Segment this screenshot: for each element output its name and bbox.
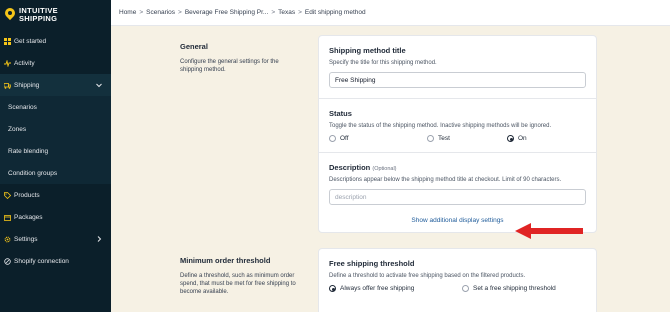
radio-set-threshold[interactable]: Set a free shipping threshold	[462, 285, 556, 292]
sidebar-item-label: Scenarios	[8, 103, 37, 111]
radio-circle-selected	[507, 135, 514, 142]
radio-label: Set a free shipping threshold	[473, 285, 556, 292]
radio-label: Off	[340, 135, 349, 142]
status-radio-group: Off Test On	[329, 135, 586, 142]
description-section: Description (Optional) Descriptions appe…	[319, 153, 596, 232]
free-shipping-card: Free shipping threshold Define a thresho…	[318, 248, 597, 312]
radio-circle	[462, 285, 469, 292]
link-icon	[4, 257, 11, 265]
breadcrumb-current: Edit shipping method	[304, 9, 366, 16]
radio-label: Always offer free shipping	[340, 285, 415, 292]
method-title-label: Shipping method title	[329, 46, 406, 55]
free-threshold-section: Free shipping threshold Define a thresho…	[319, 249, 596, 302]
brand-line2: SHIPPING	[19, 14, 58, 23]
sidebar-item-label: Condition groups	[8, 169, 58, 177]
box-icon	[4, 214, 11, 221]
sidebar-item-label: Shipping	[14, 81, 40, 89]
radio-circle	[329, 135, 336, 142]
method-title-section: Shipping method title Specify the title …	[319, 36, 596, 99]
breadcrumb-separator: >	[298, 9, 302, 16]
status-radio-on[interactable]: On	[507, 135, 527, 142]
sidebar-item-zones[interactable]: Zones	[0, 118, 111, 140]
sidebar-item-label: Zones	[8, 125, 27, 133]
min-order-title: Minimum order threshold	[180, 256, 271, 265]
free-threshold-hint: Define a threshold to activate free ship…	[329, 273, 526, 279]
sidebar-item-settings[interactable]: Settings	[0, 228, 111, 250]
breadcrumb: Home > Scenarios > Beverage Free Shippin…	[111, 0, 670, 26]
sidebar-item-get-started[interactable]: Get started	[0, 30, 111, 52]
method-title-input[interactable]: Free Shipping	[329, 72, 586, 88]
general-description: Configure the general settings for the s…	[180, 59, 279, 73]
radio-circle-selected	[329, 285, 336, 292]
sidebar-item-shipping[interactable]: Shipping	[0, 74, 111, 96]
description-input[interactable]: description	[329, 189, 586, 205]
sidebar-item-shopify-connection[interactable]: Shopify connection	[0, 250, 111, 272]
status-label: Status	[329, 109, 352, 118]
brand-logo[interactable]: INTUITIVE SHIPPING	[0, 0, 111, 30]
sidebar-nav: Get started Activity Shipping Scenarios …	[0, 30, 111, 272]
description-label: Description (Optional)	[329, 163, 586, 172]
min-order-description: Define a threshold, such as minimum orde…	[180, 273, 296, 295]
sidebar-item-label: Settings	[14, 235, 38, 243]
radio-circle	[427, 135, 434, 142]
sidebar-item-label: Packages	[14, 213, 43, 221]
breadcrumb-separator: >	[139, 9, 144, 16]
radio-label: On	[518, 135, 527, 142]
grid-icon	[4, 37, 11, 45]
breadcrumb-separator: >	[271, 9, 276, 16]
min-order-section-info: Minimum order threshold Define a thresho…	[180, 256, 300, 296]
shipping-subnav: Scenarios Zones Rate blending Condition …	[0, 96, 111, 184]
status-hint: Toggle the status of the shipping method…	[329, 123, 552, 129]
sidebar-item-activity[interactable]: Activity	[0, 52, 111, 74]
breadcrumb-separator: >	[178, 9, 182, 16]
truck-icon	[4, 82, 11, 89]
status-radio-test[interactable]: Test	[427, 135, 507, 142]
location-pin-icon	[2, 5, 18, 22]
general-title: General	[180, 42, 208, 51]
sidebar-item-label: Get started	[14, 37, 47, 45]
sidebar-item-label: Activity	[14, 59, 35, 67]
sidebar-item-packages[interactable]: Packages	[0, 206, 111, 228]
sidebar: INTUITIVE SHIPPING Get started Activity …	[0, 0, 111, 312]
sidebar-item-label: Shopify connection	[14, 257, 69, 265]
sidebar-item-label: Rate blending	[8, 147, 49, 155]
tag-icon	[4, 191, 11, 199]
sidebar-item-scenarios[interactable]: Scenarios	[0, 96, 111, 118]
sidebar-item-label: Products	[14, 191, 40, 199]
sidebar-item-condition-groups[interactable]: Condition groups	[0, 162, 111, 184]
activity-icon	[4, 59, 11, 67]
annotation-arrow-icon	[515, 223, 583, 239]
breadcrumb-zone[interactable]: Texas	[278, 9, 295, 16]
breadcrumb-home[interactable]: Home	[119, 9, 136, 16]
sidebar-item-rate-blending[interactable]: Rate blending	[0, 140, 111, 162]
chevron-down-icon	[95, 81, 103, 89]
method-title-hint: Specify the title for this shipping meth…	[329, 60, 437, 66]
chevron-right-icon	[95, 235, 103, 243]
general-card: Shipping method title Specify the title …	[318, 35, 597, 233]
optional-label: (Optional)	[372, 166, 397, 172]
breadcrumb-scenarios[interactable]: Scenarios	[146, 9, 175, 16]
status-radio-off[interactable]: Off	[329, 135, 427, 142]
free-threshold-radio-group: Always offer free shipping Set a free sh…	[329, 285, 586, 292]
gear-icon	[4, 236, 11, 243]
description-title: Description	[329, 163, 371, 172]
sidebar-item-products[interactable]: Products	[0, 184, 111, 206]
general-section-info: General Configure the general settings f…	[180, 42, 300, 74]
radio-label: Test	[438, 135, 450, 142]
description-hint: Descriptions appear below the shipping m…	[329, 177, 562, 183]
radio-always-free[interactable]: Always offer free shipping	[329, 285, 462, 292]
free-threshold-label: Free shipping threshold	[329, 259, 415, 268]
breadcrumb-scenario[interactable]: Beverage Free Shipping Pr...	[185, 9, 268, 16]
status-section: Status Toggle the status of the shipping…	[319, 99, 596, 153]
